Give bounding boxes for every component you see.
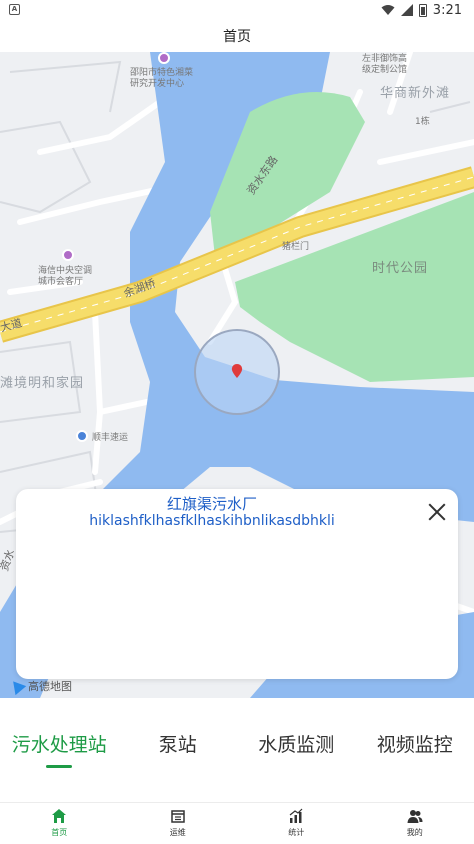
- status-icons: 3:21: [381, 2, 462, 18]
- map-label-building: 1栋: [415, 117, 430, 127]
- home-icon: [52, 809, 67, 823]
- app-notification-icon: A: [9, 4, 20, 15]
- tab-label: 污水处理站: [11, 734, 107, 756]
- map-label-research-center: 邵阳市特色湘菜 研究开发中心: [130, 68, 194, 89]
- profile-icon: [407, 810, 423, 823]
- poi-sf-icon[interactable]: [76, 430, 88, 442]
- map-label-custom-office: 左非御饰高 级定制公馆: [362, 54, 408, 75]
- tab-sewage-station[interactable]: 污水处理站: [0, 720, 119, 770]
- amap-brand-text: 高德地图: [28, 680, 72, 693]
- nav-item-home[interactable]: 首页: [0, 804, 119, 844]
- map-label-haixin: 海信中央空调 城市会客厅: [38, 266, 93, 287]
- tab-active-indicator: [46, 765, 73, 768]
- tab-label: 视频监控: [376, 734, 453, 756]
- station-info-popup[interactable]: 红旗渠污水厂 hiklashfklhasfklhaskihbnlikasdbhk…: [16, 489, 458, 679]
- status-bar: A 3:21: [0, 0, 474, 20]
- popup-subtitle: hiklashfklhasfklhaskihbnlikasdbhkli: [89, 513, 335, 529]
- amap-logo: 高德地图: [7, 676, 72, 696]
- map-label-jingming: 滩境明和家园: [0, 376, 85, 391]
- app-header: 首页: [0, 20, 474, 52]
- bottom-nav: 首页 运维 统计 我的: [0, 804, 474, 844]
- tab-water-quality[interactable]: 水质监测: [237, 720, 356, 770]
- map-label-huashang: 华商新外滩: [380, 86, 451, 101]
- map-label-sf: 顺丰速运: [92, 433, 129, 443]
- nav-label: 首页: [51, 828, 68, 837]
- battery-icon: [418, 3, 427, 17]
- poi-research-center-icon[interactable]: [158, 52, 170, 64]
- nav-item-maintenance[interactable]: 运维: [119, 804, 238, 844]
- tab-video-monitoring[interactable]: 视频监控: [356, 720, 474, 770]
- signal-icon: [400, 4, 413, 16]
- tab-pump-station[interactable]: 泵站: [119, 720, 238, 770]
- poi-haixin-icon[interactable]: [62, 249, 74, 261]
- tab-label: 泵站: [158, 734, 197, 756]
- nav-label: 我的: [406, 828, 423, 837]
- status-time: 3:21: [432, 2, 462, 18]
- nav-item-profile[interactable]: 我的: [356, 804, 474, 844]
- nav-label: 运维: [169, 828, 186, 837]
- category-tabs: 污水处理站 泵站 水质监测 视频监控: [0, 720, 474, 770]
- popup-title: 红旗渠污水厂: [166, 495, 257, 513]
- tab-label: 水质监测: [258, 734, 335, 756]
- nav-label: 统计: [288, 828, 305, 837]
- statistics-icon: [289, 808, 303, 823]
- divider: [0, 802, 474, 803]
- page-title: 首页: [223, 29, 251, 45]
- map-label-zhulanmen: 猪栏门: [282, 242, 310, 252]
- location-pin-icon[interactable]: [231, 364, 243, 378]
- map-label-times-park: 时代公园: [372, 261, 429, 276]
- maintenance-icon: [171, 810, 185, 823]
- nav-item-statistics[interactable]: 统计: [237, 804, 356, 844]
- close-icon[interactable]: [426, 501, 448, 523]
- amap-arrow-icon: [7, 676, 27, 696]
- wifi-icon: [381, 5, 395, 15]
